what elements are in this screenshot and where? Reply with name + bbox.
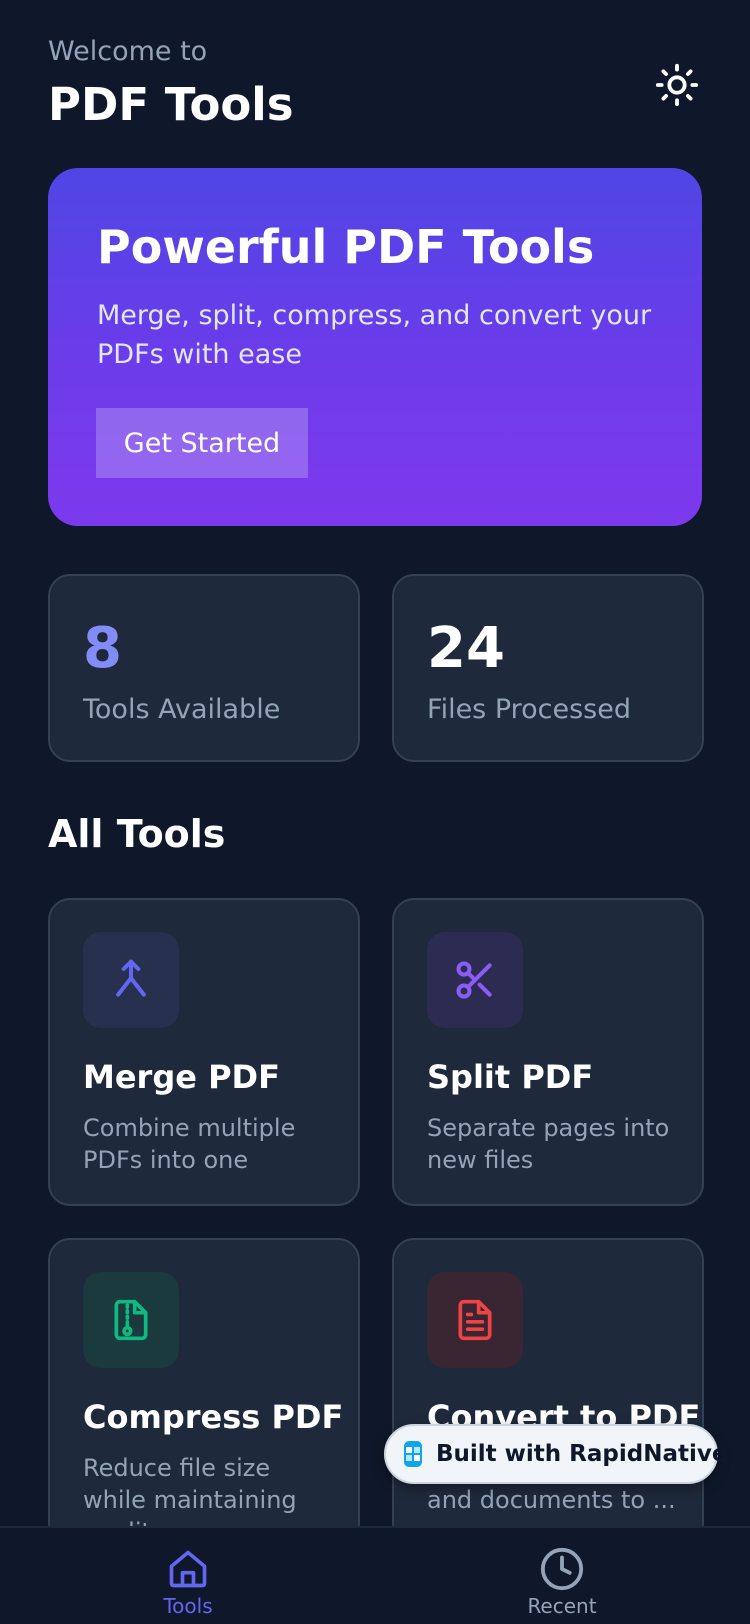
tool-name: Merge PDF bbox=[83, 1058, 280, 1096]
clock-icon bbox=[539, 1546, 585, 1592]
tool-description: and documents to ... bbox=[427, 1486, 676, 1514]
tool-card-merge[interactable]: Merge PDF Combine multiple PDFs into one bbox=[48, 898, 360, 1206]
tool-description: Combine multiple PDFs into one bbox=[83, 1114, 296, 1174]
tool-icon-tile bbox=[83, 932, 179, 1028]
badge-text: Built with RapidNative bbox=[436, 1441, 728, 1467]
tool-card-convert[interactable]: Convert to PDF and documents to ... bbox=[392, 1238, 704, 1546]
file-text-icon bbox=[458, 1299, 492, 1341]
scissors-icon bbox=[456, 961, 492, 999]
tool-card-compress[interactable]: Compress PDF Reduce file size while main… bbox=[48, 1238, 360, 1546]
hero-title: Powerful PDF Tools bbox=[97, 220, 595, 274]
file-archive-icon bbox=[114, 1299, 148, 1341]
hero-subtitle: Merge, split, compress, and convert your… bbox=[97, 300, 652, 370]
home-icon bbox=[165, 1546, 211, 1592]
tool-card-split[interactable]: Split PDF Separate pages into new files bbox=[392, 898, 704, 1206]
get-started-button[interactable]: Get Started bbox=[96, 408, 308, 478]
sun-icon bbox=[655, 63, 699, 107]
stat-label: Files Processed bbox=[427, 694, 632, 725]
tab-label: Recent bbox=[527, 1594, 597, 1618]
welcome-text: Welcome to bbox=[48, 36, 208, 67]
stat-value: 8 bbox=[83, 616, 122, 681]
tool-icon-tile bbox=[427, 1272, 523, 1368]
tool-icon-tile bbox=[427, 932, 523, 1028]
tool-name: Compress PDF bbox=[83, 1398, 344, 1436]
app-screen: Welcome to PDF Tools Powerful PDF Tools … bbox=[0, 0, 750, 1624]
merge-icon bbox=[116, 959, 146, 997]
tab-label: Tools bbox=[163, 1594, 213, 1618]
hero-banner: Powerful PDF Tools Merge, split, compres… bbox=[48, 168, 702, 526]
built-with-badge[interactable]: Built with RapidNative bbox=[384, 1424, 727, 1484]
stat-value: 24 bbox=[427, 616, 505, 681]
tool-name: Split PDF bbox=[427, 1058, 594, 1096]
tool-icon-tile bbox=[83, 1272, 179, 1368]
bottom-tab-bar: Tools Recent bbox=[0, 1526, 750, 1624]
tool-description: Separate pages into new files bbox=[427, 1114, 670, 1174]
rapidnative-logo-icon bbox=[404, 1441, 422, 1467]
theme-toggle-button[interactable] bbox=[652, 60, 702, 110]
tab-recent[interactable]: Recent bbox=[482, 1528, 642, 1624]
tab-tools[interactable]: Tools bbox=[108, 1528, 268, 1624]
page-title: PDF Tools bbox=[48, 78, 294, 131]
stat-card-tools: 8 Tools Available bbox=[48, 574, 360, 762]
section-title: All Tools bbox=[48, 812, 226, 856]
stat-card-files: 24 Files Processed bbox=[392, 574, 704, 762]
stat-label: Tools Available bbox=[83, 694, 281, 725]
